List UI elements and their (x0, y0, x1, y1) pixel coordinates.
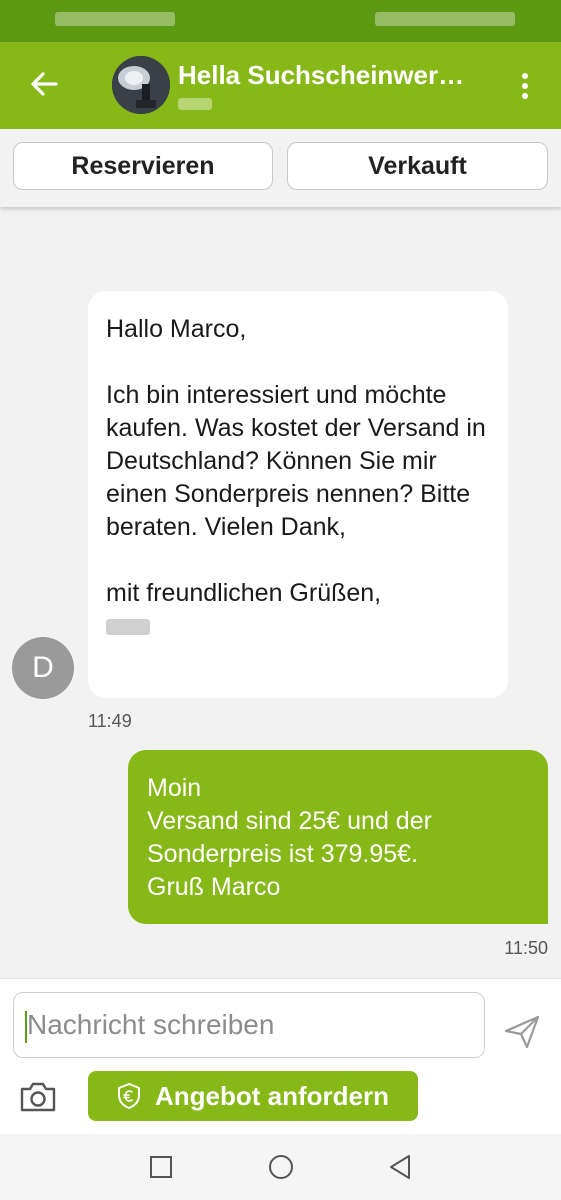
message-line: Gruß Marco (147, 873, 281, 901)
camera-icon (20, 1082, 56, 1112)
listing-thumbnail[interactable] (112, 56, 170, 114)
spotlight-photo (112, 56, 170, 114)
chat-subtitle (178, 98, 212, 110)
system-back-button[interactable] (385, 1152, 415, 1182)
message-line: Sonderpreis ist 379.95€. (147, 840, 419, 868)
action-bar: Reservieren Verkauft (0, 129, 561, 207)
message-closing: mit freundlichen Grüßen, (106, 579, 382, 607)
incoming-message-bubble: Hallo Marco, Ich bin interessiert und mö… (88, 291, 508, 698)
more-vertical-icon (522, 73, 528, 99)
square-recents-icon (150, 1156, 172, 1178)
system-navigation-bar (0, 1134, 561, 1200)
sold-button[interactable]: Verkauft (287, 142, 548, 190)
message-timestamp: 11:49 (88, 711, 132, 731)
outgoing-message-bubble: Moin Versand sind 25€ und der Sonderprei… (128, 750, 548, 924)
message-body: Ich bin interessiert und möchte kaufen. … (106, 381, 486, 541)
request-offer-label: Angebot anfordern (155, 1080, 389, 1111)
sender-name-redacted (106, 619, 150, 636)
camera-button[interactable] (17, 1077, 59, 1117)
circle-home-icon (269, 1155, 293, 1179)
more-options-button[interactable] (510, 64, 540, 108)
back-button[interactable] (22, 62, 66, 106)
send-button[interactable] (500, 1009, 544, 1053)
status-bar (0, 0, 561, 42)
euro-shield-icon (118, 1083, 140, 1109)
status-left-blur (55, 12, 175, 26)
message-timestamp: 11:50 (504, 938, 548, 958)
message-greeting: Hallo Marco, (106, 315, 247, 343)
send-icon (504, 1015, 540, 1049)
recents-button[interactable] (146, 1152, 176, 1182)
message-line: Moin (147, 774, 202, 802)
reserve-button[interactable]: Reservieren (13, 142, 273, 190)
arrow-left-icon (31, 72, 58, 96)
triangle-back-icon (390, 1155, 410, 1179)
avatar: D (12, 637, 74, 699)
status-right-blur (375, 12, 515, 26)
request-offer-button[interactable]: Angebot anfordern (88, 1071, 418, 1121)
home-button[interactable] (266, 1152, 296, 1182)
app-bar: Hella Suchscheinwer… (0, 42, 561, 129)
composer: Nachricht schreiben Angebot anfordern (0, 978, 561, 1135)
message-placeholder: Nachricht schreiben (27, 1009, 275, 1040)
chat-title: Hella Suchscheinwer… (178, 60, 465, 90)
message-line: Versand sind 25€ und der (147, 807, 432, 835)
message-input[interactable]: Nachricht schreiben (13, 992, 485, 1058)
